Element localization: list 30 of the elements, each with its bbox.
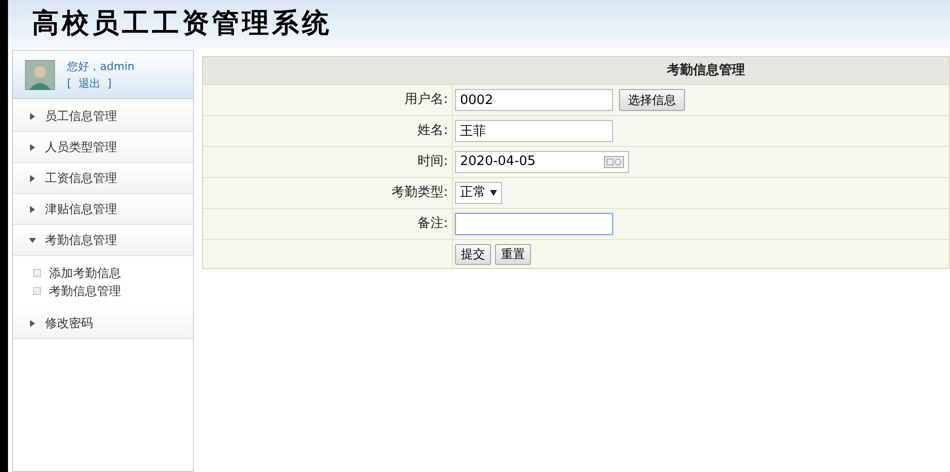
caret-right-icon	[29, 206, 37, 212]
greeting-text: 您好，admin	[67, 58, 134, 74]
caret-down-icon	[490, 190, 497, 196]
logout-link[interactable]: [ 退出 ]	[67, 74, 134, 92]
text-field[interactable]: 0002	[455, 89, 613, 111]
type-dropdown[interactable]: 正常	[455, 182, 502, 204]
bullet-icon	[33, 269, 41, 277]
avatar-icon	[25, 60, 55, 90]
reset-button[interactable]: 重置	[495, 244, 531, 264]
submenu-item[interactable]: 添加考勤信息	[33, 264, 193, 282]
date-field[interactable]: 2020-04-05	[455, 151, 629, 173]
select-info-button[interactable]: 选择信息	[619, 89, 685, 111]
caret-right-icon	[29, 112, 37, 120]
field-label: 备注:	[418, 215, 448, 234]
field-label: 时间:	[418, 153, 448, 172]
caret-down-icon	[29, 236, 37, 244]
caret-right-icon	[29, 320, 37, 326]
text-field[interactable]: 王菲	[455, 120, 613, 142]
text-field[interactable]	[455, 213, 613, 235]
caret-right-icon	[29, 144, 37, 150]
field-label: 姓名:	[418, 122, 448, 140]
field-label: 考勤类型:	[392, 184, 448, 202]
caret-right-icon	[29, 174, 37, 182]
submit-button[interactable]: 提交	[455, 244, 491, 264]
form-title: 考勤信息管理	[203, 57, 949, 85]
system-title: 高校员工工资管理系统	[32, 6, 332, 41]
field-label: 用户名:	[404, 91, 448, 110]
bullet-icon	[33, 287, 41, 295]
submenu-item[interactable]: 考勤信息管理	[33, 282, 193, 300]
calendar-icon	[604, 156, 624, 168]
